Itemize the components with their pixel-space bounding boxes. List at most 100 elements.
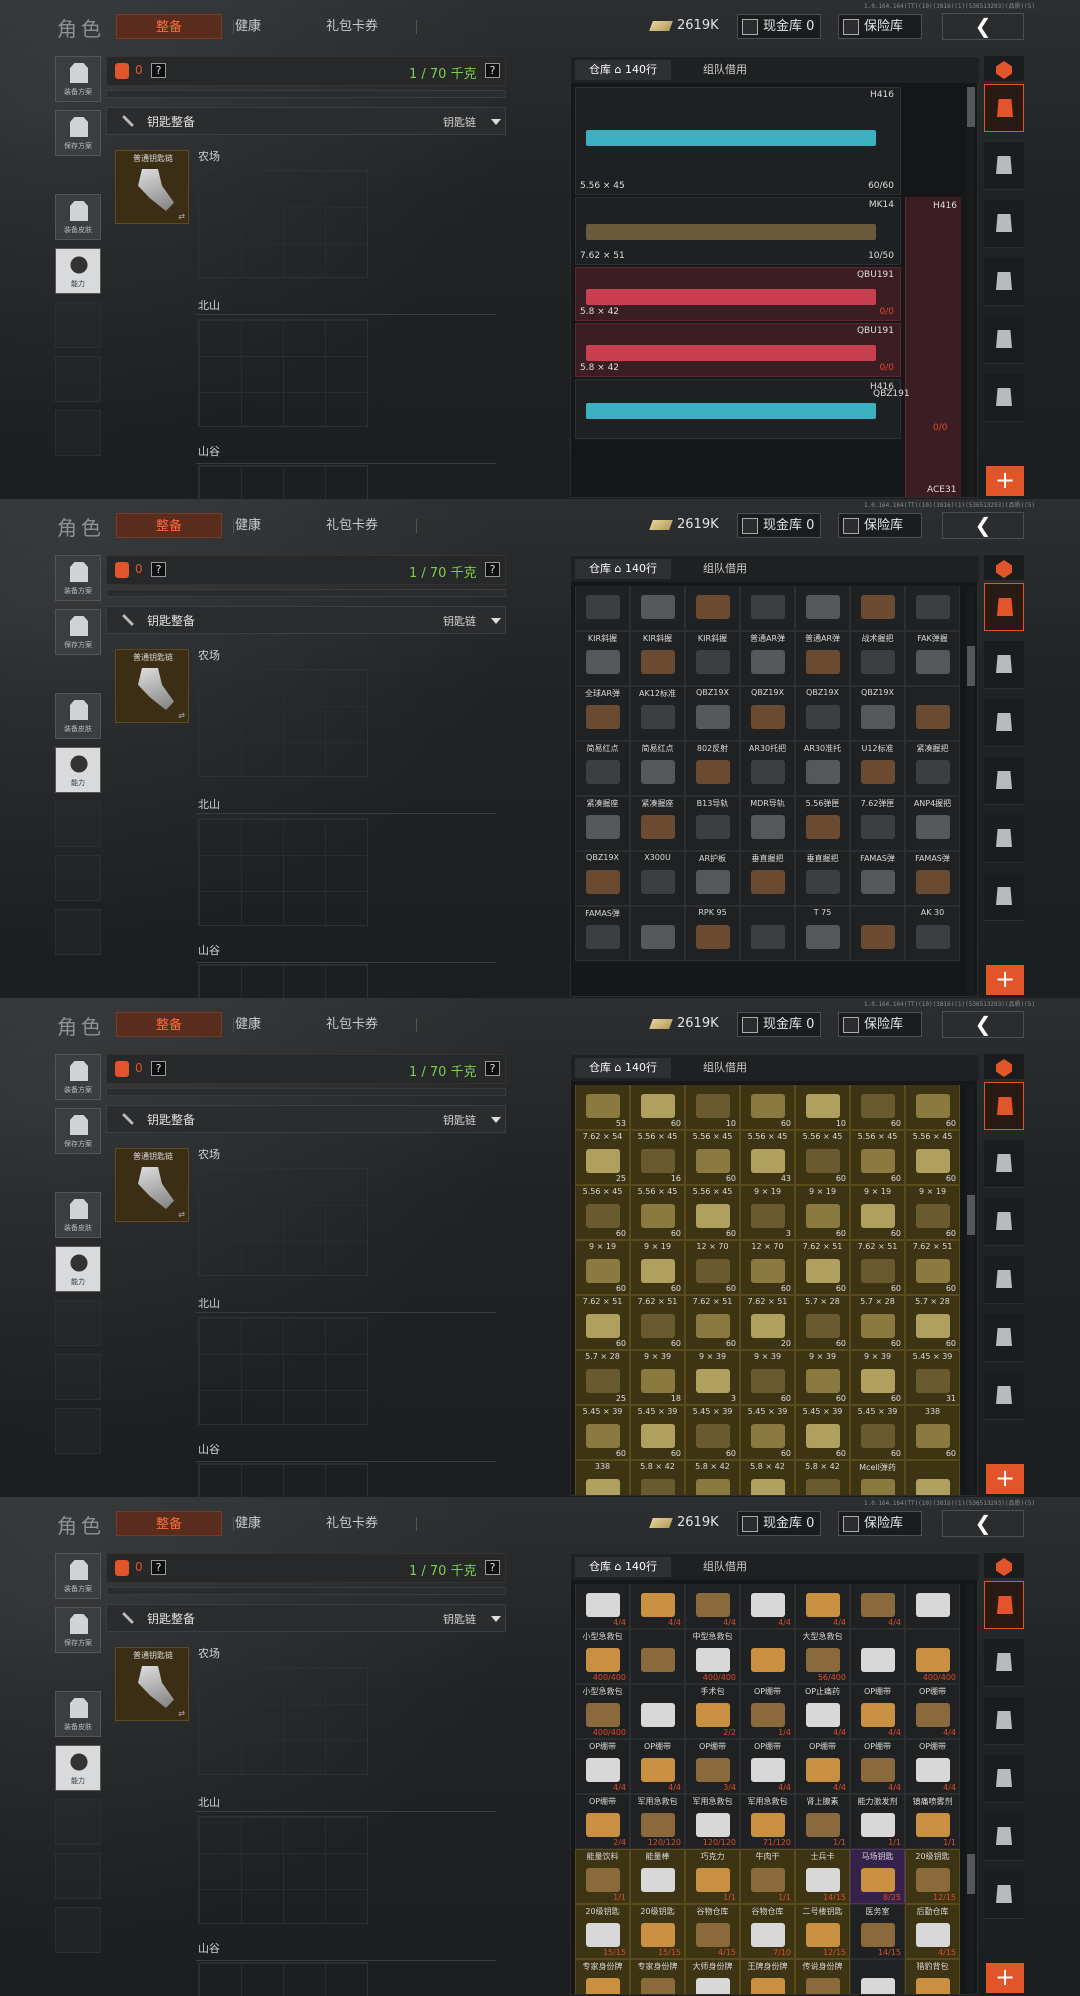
tab-1[interactable]: 健康 bbox=[220, 14, 276, 39]
tab-2[interactable]: 礼包卡券 bbox=[306, 1511, 398, 1536]
sidebar-button-0[interactable]: 装备方案 bbox=[55, 56, 101, 102]
stash-item[interactable]: 5.8 × 42 bbox=[630, 1460, 685, 1495]
stash-item[interactable]: 能量饮料 1/1 bbox=[575, 1849, 630, 1904]
cash-store-button[interactable]: 现金库 0 bbox=[737, 513, 821, 538]
category-medkit[interactable] bbox=[984, 1372, 1024, 1420]
key-slot-grid[interactable] bbox=[198, 1962, 368, 1996]
add-button[interactable]: + bbox=[986, 466, 1024, 496]
stash-item[interactable]: 4/4 bbox=[740, 1584, 795, 1629]
key-slot-grid[interactable] bbox=[198, 1317, 368, 1425]
stash-item[interactable] bbox=[630, 1629, 685, 1684]
stash-item[interactable]: 小型急救包 400/400 bbox=[575, 1629, 630, 1684]
stash-item[interactable]: OP绷带 4/4 bbox=[905, 1684, 960, 1739]
category-stash-layers[interactable] bbox=[984, 555, 1024, 581]
stash-item[interactable] bbox=[905, 686, 960, 741]
help-button[interactable]: ? bbox=[151, 63, 166, 78]
sidebar-button-2[interactable]: 装备皮肤 bbox=[55, 693, 101, 739]
stash-item[interactable]: 大型急救包 56/400 bbox=[795, 1629, 850, 1684]
weight-help-button[interactable]: ? bbox=[485, 562, 500, 577]
keychain-slot[interactable]: 普通钥匙链 ⇄ bbox=[115, 1647, 189, 1721]
key-slot-grid[interactable] bbox=[198, 319, 368, 427]
stash-item[interactable]: 4/4 bbox=[630, 1584, 685, 1629]
stash-item[interactable]: B13导轨 bbox=[685, 796, 740, 851]
category-magazine[interactable] bbox=[984, 258, 1024, 306]
category-stash-layers[interactable] bbox=[984, 56, 1024, 82]
stash-item[interactable]: 全球AR弹 bbox=[575, 686, 630, 741]
stash-item[interactable]: ANP4握把 bbox=[905, 796, 960, 851]
stash-item[interactable]: 60 bbox=[740, 1085, 795, 1130]
tab-0[interactable]: 整备 bbox=[116, 513, 222, 538]
stash-item[interactable]: 传说身份牌 bbox=[795, 1959, 850, 1994]
stash-item[interactable]: OP绷带 3/4 bbox=[685, 1739, 740, 1794]
sidebar-button-2[interactable]: 装备皮肤 bbox=[55, 194, 101, 240]
stash-item[interactable]: 5.45 × 39 60 bbox=[740, 1405, 795, 1460]
stash-weapon[interactable]: QBU191 5.8 × 42 0/0 bbox=[575, 267, 901, 321]
stash-item[interactable] bbox=[740, 586, 795, 631]
stash-item[interactable]: AR护板 bbox=[685, 851, 740, 906]
stash-item[interactable]: OP绷带 1/4 bbox=[740, 1684, 795, 1739]
stash-item[interactable]: 20级钥匙 15/15 bbox=[630, 1904, 685, 1959]
stash-item[interactable]: 4/4 bbox=[685, 1584, 740, 1629]
stash-item[interactable]: 60 bbox=[850, 1085, 905, 1130]
tab-1[interactable]: 健康 bbox=[220, 513, 276, 538]
stash-item[interactable] bbox=[850, 586, 905, 631]
stash-item[interactable]: OP绷带 4/4 bbox=[850, 1739, 905, 1794]
stash-item[interactable]: 5.7 × 28 60 bbox=[905, 1295, 960, 1350]
add-button[interactable]: + bbox=[986, 1963, 1024, 1993]
stash-weapon[interactable]: H416 bbox=[575, 379, 901, 439]
scroll-thumb[interactable] bbox=[967, 87, 975, 127]
stash-item[interactable]: 7.62 × 54 25 bbox=[575, 1130, 630, 1185]
stash-item[interactable] bbox=[905, 1460, 960, 1495]
stash-item[interactable]: OP绷带 4/4 bbox=[850, 1684, 905, 1739]
sidebar-button-1[interactable]: 保存方案 bbox=[55, 609, 101, 655]
stash-item[interactable]: 9 × 19 60 bbox=[795, 1185, 850, 1240]
keychain-dropdown[interactable]: 钥匙链 bbox=[443, 613, 476, 629]
sidebar-button-1[interactable]: 保存方案 bbox=[55, 110, 101, 156]
key-slot-grid[interactable] bbox=[198, 818, 368, 926]
stash-item[interactable]: 7.62 × 51 60 bbox=[685, 1295, 740, 1350]
stash-item[interactable]: 53 bbox=[575, 1085, 630, 1130]
stash-item[interactable]: OP绷带 4/4 bbox=[575, 1739, 630, 1794]
stash-item[interactable]: 5.8 × 42 bbox=[795, 1460, 850, 1495]
cash-store-button[interactable]: 现金库 0 bbox=[737, 1511, 821, 1536]
key-slot-grid[interactable] bbox=[198, 1463, 368, 1497]
stash-item[interactable]: 338 60 bbox=[905, 1405, 960, 1460]
key-slot-grid[interactable] bbox=[198, 1667, 368, 1775]
key-section-bar[interactable]: 钥匙整备 钥匙链 bbox=[106, 1604, 506, 1632]
stash-item[interactable]: 肾上腺素 1/1 bbox=[795, 1794, 850, 1849]
stash-item[interactable]: 60 bbox=[630, 1085, 685, 1130]
stash-item[interactable]: 7.62弹匣 bbox=[850, 796, 905, 851]
sidebar-button-3[interactable]: 能力 bbox=[55, 1745, 101, 1791]
stash-item[interactable]: Mcell弹药 bbox=[850, 1460, 905, 1495]
stash-item[interactable]: 5.56 × 45 60 bbox=[575, 1185, 630, 1240]
back-button[interactable]: ❮ bbox=[942, 1011, 1024, 1038]
category-magazine[interactable] bbox=[984, 1256, 1024, 1304]
stash-item[interactable]: 士兵卡 14/15 bbox=[795, 1849, 850, 1904]
cash-store-button[interactable]: 现金库 0 bbox=[737, 1012, 821, 1037]
stash-item[interactable]: 5.7 × 28 60 bbox=[850, 1295, 905, 1350]
category-medkit[interactable] bbox=[984, 1871, 1024, 1919]
add-button[interactable]: + bbox=[986, 1464, 1024, 1494]
category-armor[interactable] bbox=[984, 641, 1024, 689]
stash-item[interactable] bbox=[685, 586, 740, 631]
stash-item[interactable]: 7.62 × 51 60 bbox=[905, 1240, 960, 1295]
stash-item[interactable]: 军用急救包 71/120 bbox=[740, 1794, 795, 1849]
cash-store-button[interactable]: 现金库 0 bbox=[737, 14, 821, 39]
scroll-thumb[interactable] bbox=[967, 1195, 975, 1235]
stash-tab-1[interactable]: 组队借用 bbox=[675, 1557, 775, 1577]
scroll-thumb[interactable] bbox=[967, 646, 975, 686]
keychain-dropdown[interactable]: 钥匙链 bbox=[443, 1611, 476, 1627]
stash-item[interactable]: 12 × 70 60 bbox=[740, 1240, 795, 1295]
category-rifle[interactable] bbox=[984, 1198, 1024, 1246]
back-button[interactable]: ❮ bbox=[942, 512, 1024, 539]
stash-item[interactable]: 10 bbox=[795, 1085, 850, 1130]
sidebar-button-2[interactable]: 装备皮肤 bbox=[55, 1192, 101, 1238]
stash-item[interactable]: FAMAS弹 bbox=[905, 851, 960, 906]
stash-item[interactable]: 军用急救包 120/120 bbox=[685, 1794, 740, 1849]
stash-item[interactable]: 5.56 × 45 60 bbox=[905, 1130, 960, 1185]
scroll-thumb[interactable] bbox=[967, 1854, 975, 1894]
stash-item[interactable]: 7.62 × 51 60 bbox=[850, 1240, 905, 1295]
sidebar-button-0[interactable]: 装备方案 bbox=[55, 555, 101, 601]
stash-item[interactable]: 王牌身份牌 bbox=[740, 1959, 795, 1994]
help-button[interactable]: ? bbox=[151, 1560, 166, 1575]
